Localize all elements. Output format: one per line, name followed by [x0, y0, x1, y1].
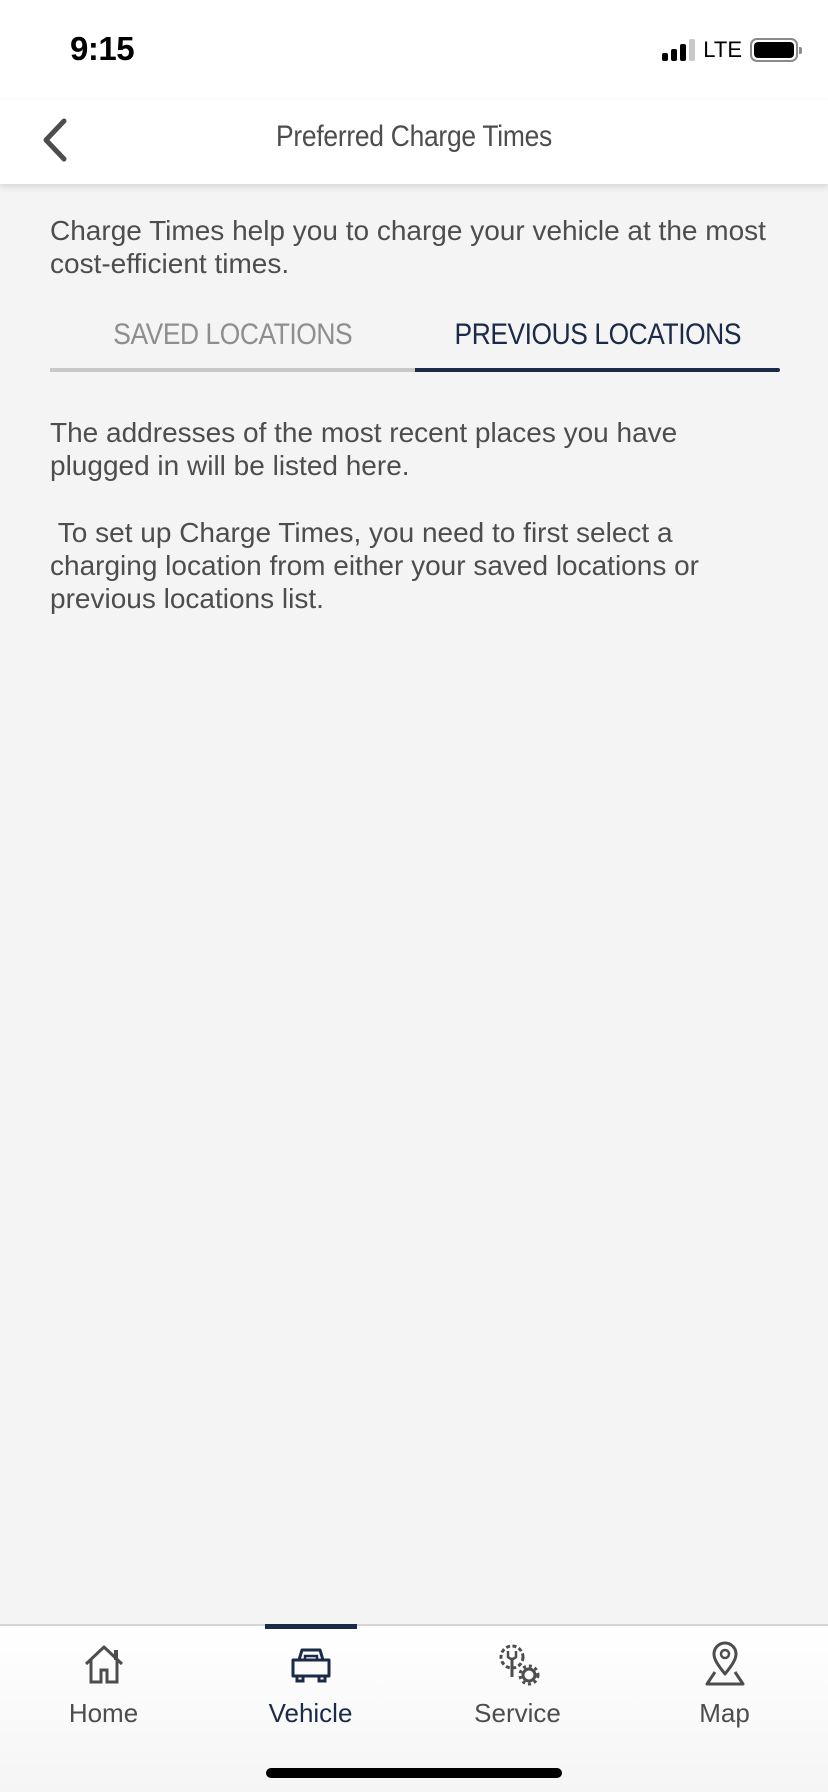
- empty-state-message: The addresses of the most recent places …: [50, 417, 686, 481]
- nav-item-home[interactable]: Home: [0, 1626, 207, 1738]
- signal-icon: [662, 39, 696, 61]
- nav-label: Vehicle: [268, 1698, 353, 1728]
- tab-label: SAVED LOCATIONS: [113, 318, 352, 351]
- main-content: Charge Times help you to charge your veh…: [50, 184, 780, 615]
- home-indicator[interactable]: [266, 1768, 562, 1778]
- nav-item-map[interactable]: Map: [621, 1626, 828, 1738]
- nav-label: Map: [699, 1698, 750, 1728]
- status-time: 9:15: [70, 30, 135, 67]
- map-pin-icon: [705, 1641, 744, 1686]
- status-bar: 9:15 LTE: [0, 0, 828, 100]
- battery-icon: [750, 38, 802, 62]
- tab-label: PREVIOUS LOCATIONS: [454, 318, 741, 351]
- location-tabs: SAVED LOCATIONS PREVIOUS LOCATIONS: [50, 302, 780, 372]
- page-title: Preferred Charge Times: [276, 120, 552, 153]
- intro-text: Charge Times help you to charge your veh…: [50, 215, 766, 279]
- status-indicators: LTE: [662, 36, 802, 64]
- tab-saved-locations[interactable]: SAVED LOCATIONS: [50, 302, 415, 372]
- network-type: LTE: [703, 37, 742, 62]
- nav-item-service[interactable]: Service: [414, 1626, 621, 1738]
- bottom-tab-bar: Home Vehicle Service Map: [0, 1624, 828, 1792]
- tab-previous-locations[interactable]: PREVIOUS LOCATIONS: [415, 302, 780, 372]
- car-icon: [291, 1648, 330, 1683]
- navigation-header: Preferred Charge Times: [0, 100, 828, 184]
- nav-label: Home: [68, 1698, 139, 1728]
- setup-instructions: To set up Charge Times, you need to firs…: [50, 517, 707, 614]
- nav-label: Service: [474, 1698, 561, 1728]
- nav-item-vehicle[interactable]: Vehicle: [207, 1624, 414, 1738]
- home-icon: [84, 1645, 123, 1684]
- service-gear-icon: [499, 1644, 539, 1686]
